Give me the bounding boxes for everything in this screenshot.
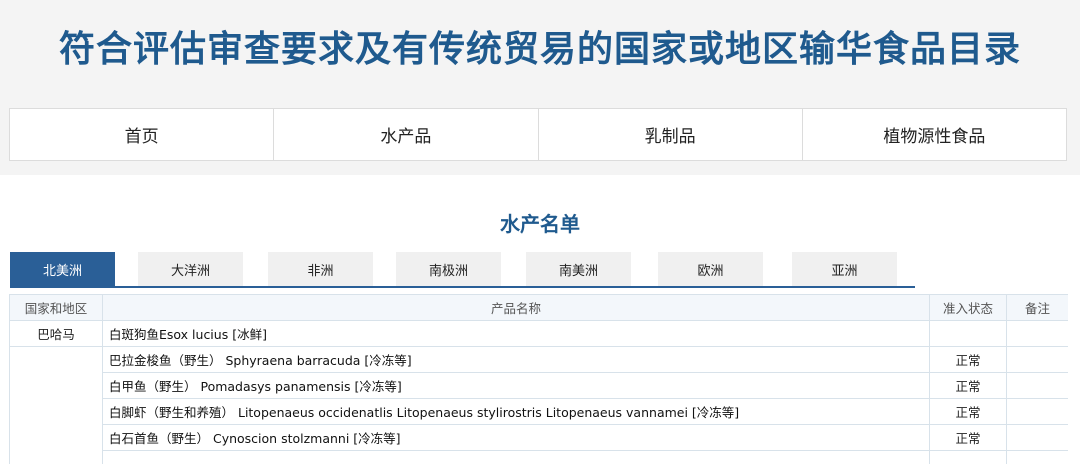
nav-item-plant-food[interactable]: 植物源性食品	[803, 109, 1066, 160]
product-table: 国家和地区 产品名称 准入状态 备注 巴哈马 白斑狗鱼Esox lucius […	[9, 294, 1068, 464]
table-row: 巴拉金梭鱼（野生） Sphyraena barracuda [冷冻等] 正常	[10, 347, 1069, 373]
tab-north-america[interactable]: 北美洲	[10, 252, 115, 286]
country-cell: 巴哈马	[10, 321, 103, 347]
tab-europe[interactable]: 欧洲	[658, 252, 763, 286]
table-row: 巴哈马 白斑狗鱼Esox lucius [冰鲜]	[10, 321, 1069, 347]
remark-cell	[1007, 347, 1069, 373]
main-nav: 首页 水产品 乳制品 植物源性食品	[9, 108, 1067, 161]
tab-antarctica[interactable]: 南极洲	[396, 252, 501, 286]
table-row: 白脚虾（野生和养殖） Litopenaeus occidenatlis Lito…	[10, 399, 1069, 425]
table-row: 白甲鱼（野生） Pomadasys panamensis [冷冻等] 正常	[10, 373, 1069, 399]
nav-item-dairy[interactable]: 乳制品	[539, 109, 803, 160]
tab-oceania[interactable]: 大洋洲	[138, 252, 243, 286]
site-title: 符合评估审查要求及有传统贸易的国家或地区输华食品目录	[0, 20, 1080, 72]
remark-cell	[1007, 321, 1069, 347]
tab-south-america[interactable]: 南美洲	[526, 252, 631, 286]
section-title: 水产名单	[0, 208, 1080, 237]
product-cell: 白脚虾（野生和养殖） Litopenaeus occidenatlis Lito…	[103, 399, 930, 425]
product-table-container: 国家和地区 产品名称 准入状态 备注 巴哈马 白斑狗鱼Esox lucius […	[9, 294, 1068, 464]
tab-africa[interactable]: 非洲	[268, 252, 373, 286]
country-cell	[10, 347, 103, 464]
remark-cell	[1007, 425, 1069, 451]
status-cell: 正常	[930, 425, 1007, 451]
status-cell: 正常	[930, 373, 1007, 399]
product-cell: 巴拉金梭鱼（野生） Sphyraena barracuda [冷冻等]	[103, 347, 930, 373]
status-cell	[930, 321, 1007, 347]
product-cell: 白甲鱼（野生） Pomadasys panamensis [冷冻等]	[103, 373, 930, 399]
product-cell: 白斑狗鱼Esox lucius [冰鲜]	[103, 321, 930, 347]
table-header-row: 国家和地区 产品名称 准入状态 备注	[10, 295, 1069, 321]
tabs-underline	[10, 286, 915, 288]
remark-cell	[1007, 373, 1069, 399]
status-cell: 正常	[930, 399, 1007, 425]
column-header-status: 准入状态	[930, 295, 1007, 321]
column-header-remark: 备注	[1007, 295, 1069, 321]
table-row: 白石首鱼（野生） Cynoscion stolzmanni [冷冻等] 正常	[10, 425, 1069, 451]
region-tabs: 北美洲 大洋洲 非洲 南极洲 南美洲 欧洲 亚洲	[10, 252, 1068, 287]
tab-asia[interactable]: 亚洲	[792, 252, 897, 286]
status-cell: 正常	[930, 347, 1007, 373]
product-cell: 白石首鱼（野生） Cynoscion stolzmanni [冷冻等]	[103, 425, 930, 451]
site-header: 符合评估审查要求及有传统贸易的国家或地区输华食品目录 首页 水产品 乳制品 植物…	[0, 0, 1080, 175]
column-header-country: 国家和地区	[10, 295, 103, 321]
remark-cell	[1007, 399, 1069, 425]
nav-item-aquatic[interactable]: 水产品	[274, 109, 538, 160]
nav-item-home[interactable]: 首页	[10, 109, 274, 160]
column-header-product: 产品名称	[103, 295, 930, 321]
